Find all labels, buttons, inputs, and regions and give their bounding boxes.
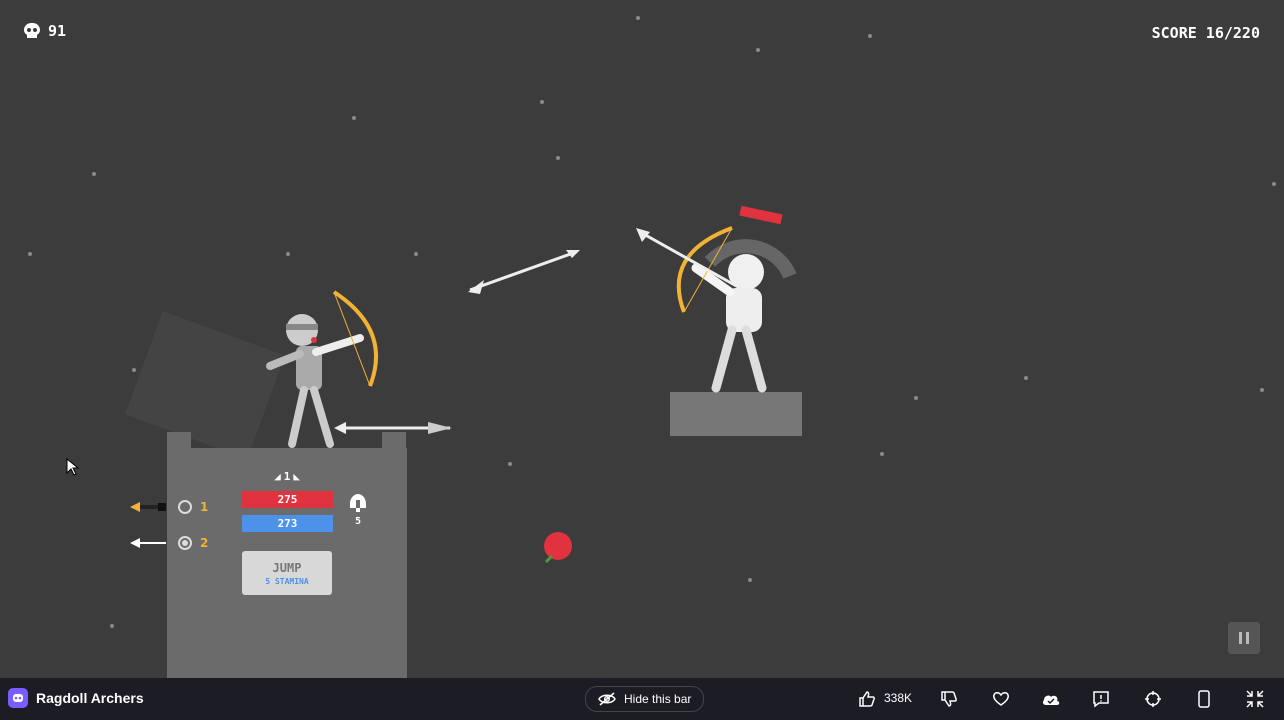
kill-counter: 91 <box>22 22 66 40</box>
arrow-enemy-aim <box>636 228 741 290</box>
thumbs-down-icon <box>941 691 957 707</box>
tower-crenel-right <box>382 432 406 452</box>
poki-logo-icon[interactable] <box>8 688 28 708</box>
helmet-icon <box>350 494 366 512</box>
hide-bar-label: Hide this bar <box>624 692 692 706</box>
kill-count: 91 <box>48 22 67 40</box>
player-archer <box>266 314 364 448</box>
apple-pickup <box>544 532 572 564</box>
favorite-button[interactable] <box>990 688 1012 710</box>
jump-cost: 5 STAMINA <box>265 577 309 586</box>
game-title: Ragdoll Archers <box>36 690 144 706</box>
player-bowstring <box>333 291 371 387</box>
mouse-cursor-icon <box>66 458 80 476</box>
jump-label: JUMP <box>272 561 302 575</box>
arrow-option-2-radio[interactable] <box>178 536 192 550</box>
heart-icon <box>993 692 1009 706</box>
hide-bar-button[interactable]: Hide this bar <box>585 686 705 712</box>
theater-mode-button[interactable] <box>1142 688 1164 710</box>
cloud-check-icon <box>1042 695 1060 705</box>
bottom-bar: Ragdoll Archers Hide this bar 338K <box>0 678 1284 720</box>
jump-button[interactable]: JUMP 5 STAMINA <box>242 551 332 595</box>
enemy-aim-marker <box>739 205 783 225</box>
tower-crenel-left <box>167 432 191 452</box>
helmet-count: 5 <box>354 516 362 527</box>
score-display: SCORE 16/220 <box>1151 24 1260 42</box>
level-badge: ◢ 1 ◣ <box>268 470 306 483</box>
cloud-save-button[interactable] <box>1040 688 1062 710</box>
arrow-icon <box>130 538 166 548</box>
enemy-archer <box>691 254 767 393</box>
stamina-bar: 273 <box>242 515 333 532</box>
like-button[interactable] <box>856 688 878 710</box>
like-count: 338K <box>884 691 913 705</box>
enemy-bow <box>676 226 733 313</box>
game-canvas[interactable]: 91 SCORE 16/220 ◢ 1 ◣ 275 273 5 1 2 JUMP… <box>0 0 1284 678</box>
arrow-option-1[interactable]: 1 <box>130 500 208 514</box>
phone-icon <box>1198 690 1210 708</box>
wing-left-icon: ◢ <box>274 470 281 483</box>
level-number: 1 <box>283 470 291 483</box>
pause-button[interactable] <box>1228 622 1260 654</box>
player-bow <box>332 290 379 387</box>
skull-icon <box>24 23 40 38</box>
exit-fullscreen-icon <box>1246 690 1264 708</box>
pause-icon <box>1239 632 1249 644</box>
fire-arrow-icon <box>130 502 166 512</box>
report-icon <box>1093 691 1109 708</box>
dislike-button[interactable] <box>938 688 960 710</box>
health-bar: 275 <box>242 491 333 508</box>
eye-off-icon <box>598 692 616 706</box>
game-brand: Ragdoll Archers <box>8 688 144 708</box>
wing-right-icon: ◣ <box>293 470 300 483</box>
arrow-flying <box>468 250 580 294</box>
arrow-option-2[interactable]: 2 <box>130 536 208 550</box>
mobile-button[interactable] <box>1193 688 1215 710</box>
arrow-option-1-number: 1 <box>200 500 209 514</box>
enemy-aim-arc <box>704 239 797 279</box>
enemy-platform <box>670 392 802 436</box>
arrow-option-1-radio[interactable] <box>178 500 192 514</box>
arrow-option-2-number: 2 <box>200 536 209 550</box>
exit-fullscreen-button[interactable] <box>1244 688 1266 710</box>
helmet-stat: 5 <box>346 492 370 527</box>
crosshair-icon <box>1145 691 1161 707</box>
feedback-button[interactable] <box>1090 688 1112 710</box>
background-block <box>125 311 285 459</box>
thumbs-up-icon <box>859 691 875 707</box>
